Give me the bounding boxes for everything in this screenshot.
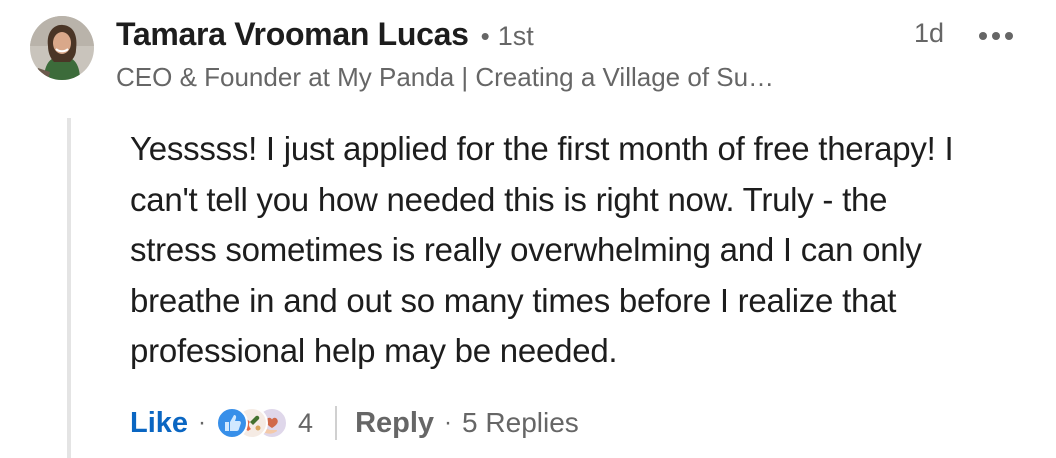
author-headline: CEO & Founder at My Panda | Creating a V… xyxy=(116,62,775,92)
more-options-button[interactable] xyxy=(972,18,1020,54)
action-separator: · xyxy=(444,409,453,436)
reaction-icons xyxy=(216,406,289,440)
comment-actions-bar: Like · 4 Reply · 5 Replies xyxy=(130,400,579,446)
comment-card: Tamara Vrooman Lucas • 1st CEO & Founder… xyxy=(0,0,1056,458)
comment-line: professional help may be needed. xyxy=(130,332,618,369)
comment-line: Yesssss! I just applied for the first mo… xyxy=(130,130,954,167)
like-button[interactable]: Like xyxy=(130,407,188,440)
author-avatar[interactable] xyxy=(30,16,94,80)
comment-line: breathe in and out so many times before … xyxy=(130,281,897,319)
more-horizontal-icon xyxy=(979,32,1013,40)
view-replies-link[interactable]: 5 Replies xyxy=(462,407,579,439)
reactions-summary[interactable]: 4 xyxy=(216,406,313,440)
author-name-row: Tamara Vrooman Lucas • 1st xyxy=(116,16,534,62)
action-separator: · xyxy=(198,409,207,436)
reaction-count: 4 xyxy=(298,407,314,438)
comment-timestamp: 1d xyxy=(914,18,945,48)
action-divider xyxy=(335,406,338,440)
comment-line: stress sometimes is really overwhelming … xyxy=(130,231,922,268)
comment-body: Yesssss! I just applied for the first mo… xyxy=(130,124,1042,377)
thread-line xyxy=(67,118,71,458)
connection-separator: • xyxy=(480,21,490,51)
comment-line: can't tell you how needed this is right … xyxy=(130,180,888,218)
like-icon xyxy=(216,407,249,439)
author-name[interactable]: Tamara Vrooman Lucas xyxy=(116,16,469,53)
reply-button[interactable]: Reply xyxy=(355,407,434,440)
connection-degree: 1st xyxy=(497,21,534,51)
